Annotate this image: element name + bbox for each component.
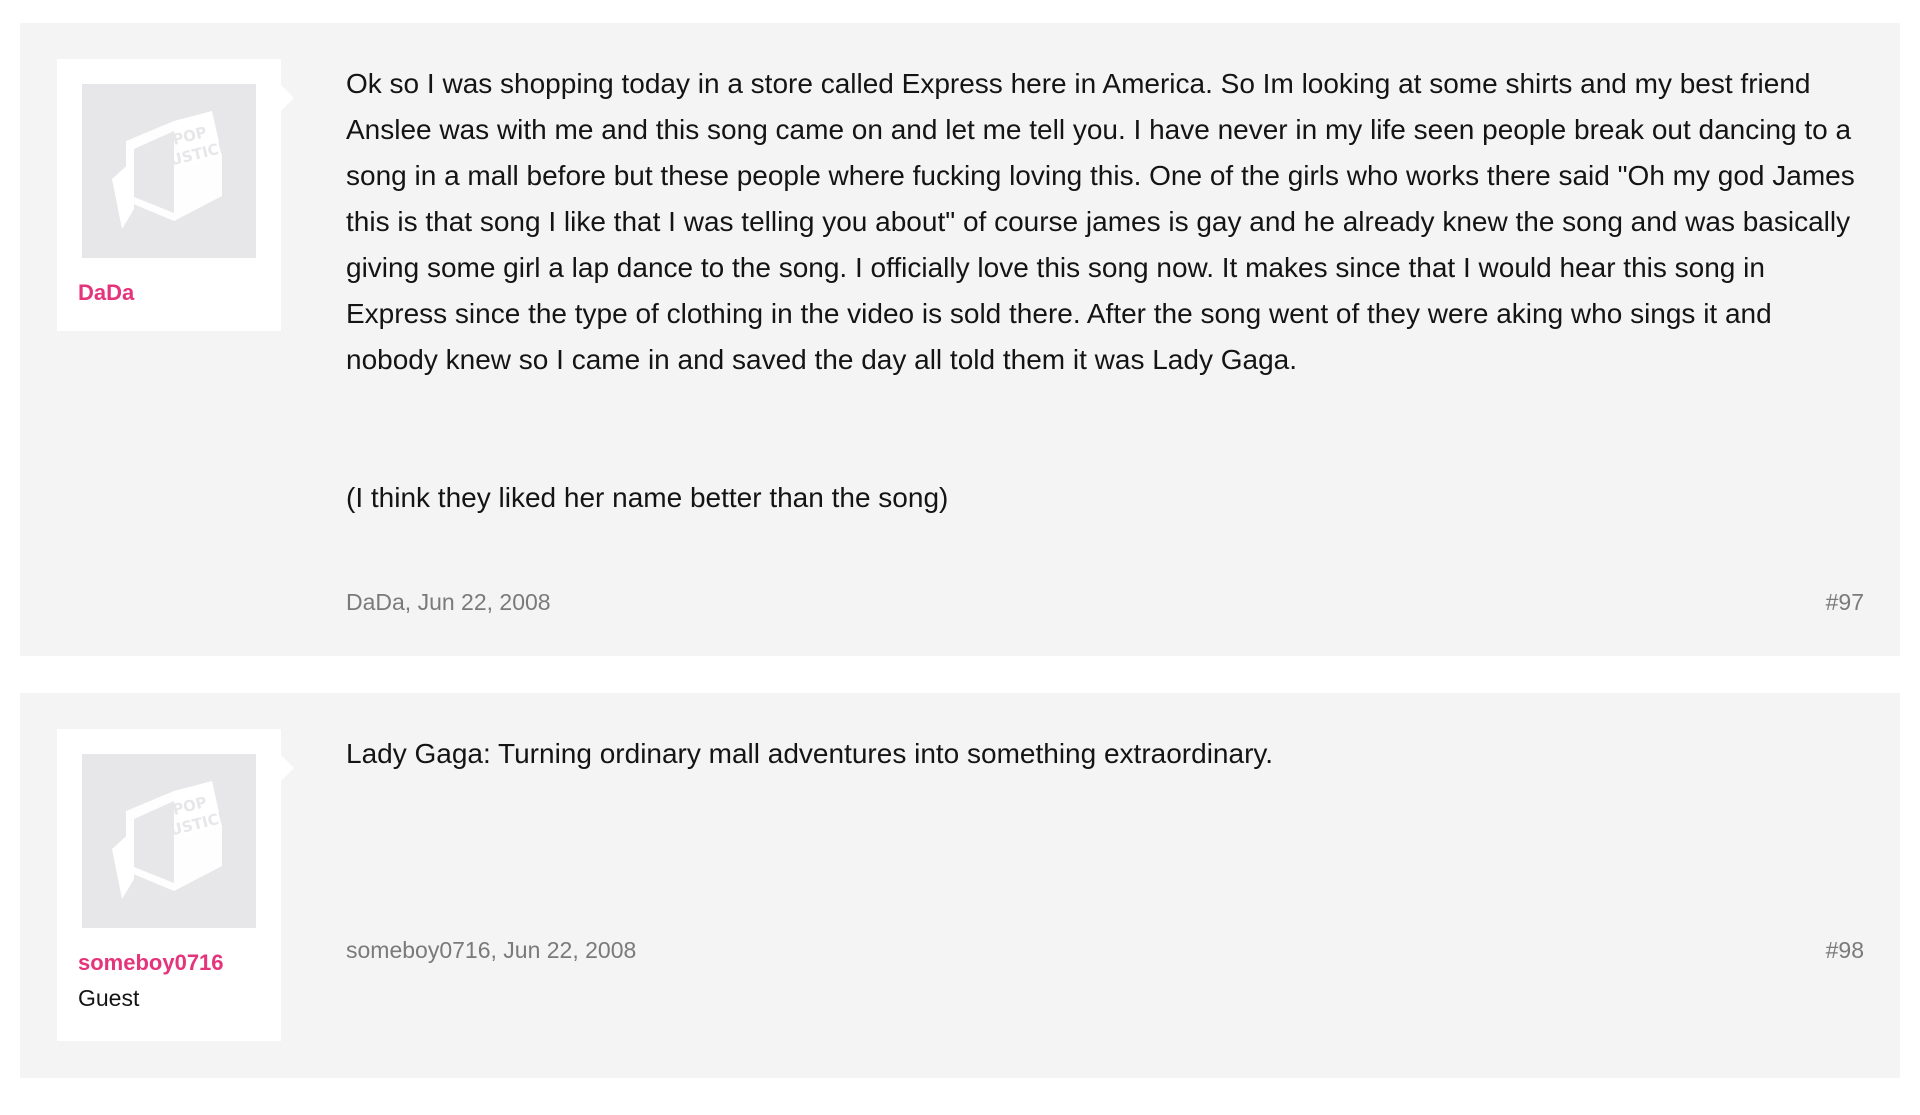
message-content: Lady Gaga: Turning ordinary mall adventu…	[346, 731, 1864, 777]
avatar[interactable]: POP JUSTICE	[82, 754, 256, 928]
message-footer: DaDa, Jun 22, 2008 #97	[346, 588, 1864, 616]
message-user-card: POP JUSTICE DaDa	[57, 59, 294, 331]
message-paragraph: Ok so I was shopping today in a store ca…	[346, 68, 1855, 375]
message-post: POP JUSTICE DaDa Ok so I was shopping to…	[20, 23, 1900, 656]
post-author-date-link[interactable]: someboy0716, Jun 22, 2008	[346, 936, 636, 964]
message-body: Ok so I was shopping today in a store ca…	[346, 61, 1864, 521]
popjustice-default-avatar-icon: POP JUSTICE	[112, 111, 231, 229]
popjustice-default-avatar-icon: POP JUSTICE	[112, 781, 231, 899]
post-number-link[interactable]: #97	[1826, 588, 1864, 616]
username-link[interactable]: DaDa	[78, 280, 281, 306]
avatar[interactable]: POP JUSTICE	[82, 84, 256, 258]
post-number-link[interactable]: #98	[1826, 936, 1864, 964]
message-content: Ok so I was shopping today in a store ca…	[346, 61, 1864, 521]
message-footer: someboy0716, Jun 22, 2008 #98	[346, 936, 1864, 964]
message-body: Lady Gaga: Turning ordinary mall adventu…	[346, 731, 1864, 777]
message-post: POP JUSTICE someboy0716 Guest Lady Gaga:…	[20, 693, 1900, 1078]
user-title: Guest	[78, 985, 140, 1011]
post-author-date-link[interactable]: DaDa, Jun 22, 2008	[346, 588, 551, 616]
message-user-card: POP JUSTICE someboy0716 Guest	[57, 729, 294, 1041]
message-paragraph: Lady Gaga: Turning ordinary mall adventu…	[346, 738, 1274, 769]
username-link[interactable]: someboy0716	[78, 950, 281, 976]
message-paragraph: (I think they liked her name better than…	[346, 482, 949, 513]
message-list: POP JUSTICE DaDa Ok so I was shopping to…	[20, 23, 1900, 1115]
